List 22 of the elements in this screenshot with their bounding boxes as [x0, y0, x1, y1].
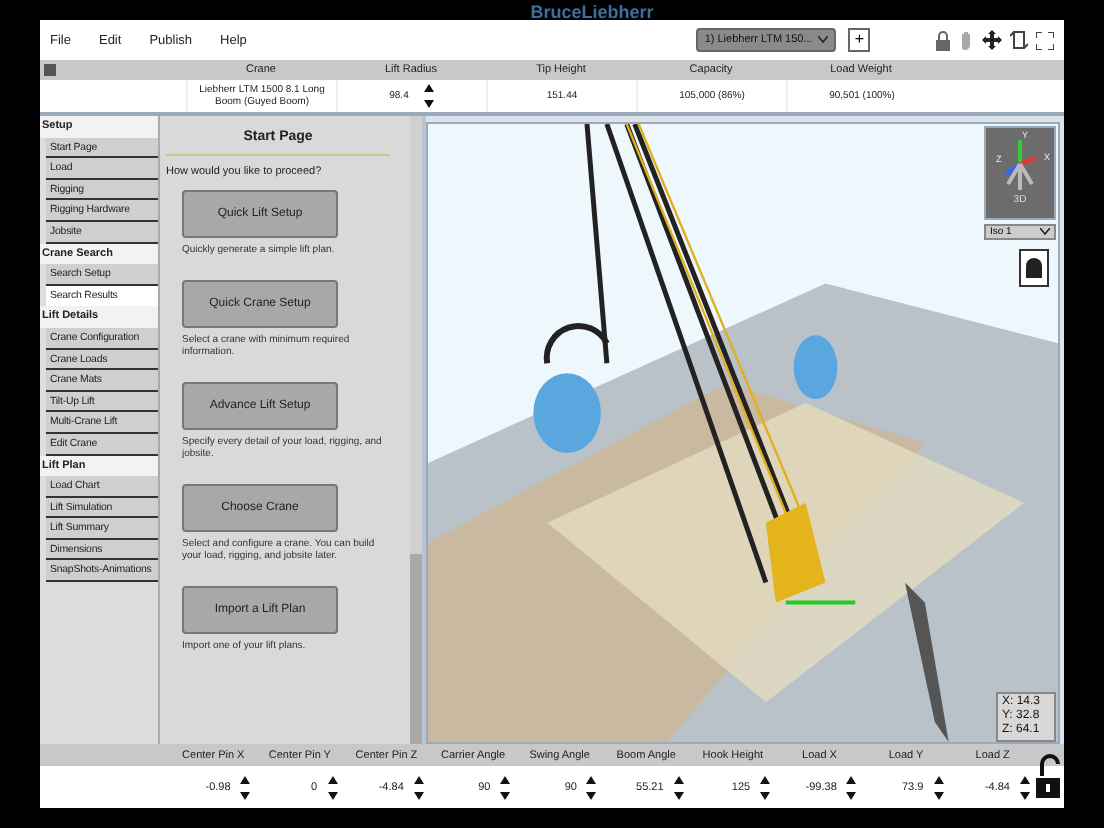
chevron-down-icon [818, 36, 829, 44]
spinner-arrows-icon[interactable] [500, 775, 511, 799]
spinner-arrows-icon[interactable] [413, 775, 424, 799]
spinner-arrows-icon[interactable] [424, 84, 435, 108]
move-arrows-icon[interactable] [982, 30, 1002, 50]
spinner-arrows-icon[interactable] [846, 775, 857, 799]
spinner-arrows-icon[interactable] [933, 775, 944, 799]
scrollbar-thumb[interactable] [410, 554, 422, 744]
spinner-arrows-icon[interactable] [673, 775, 684, 799]
rotate-icon[interactable] [1010, 30, 1028, 50]
axis-gizmo-icon[interactable] [1000, 134, 1040, 194]
app-title: BruceLiebherr [530, 4, 654, 22]
fullscreen-icon[interactable] [1036, 31, 1054, 49]
lock-icon[interactable] [934, 29, 952, 51]
spinner-arrows-icon[interactable] [586, 775, 597, 799]
add-button[interactable]: + [848, 28, 870, 52]
padlock-icon[interactable] [1035, 754, 1060, 798]
chevron-down-icon [1040, 228, 1050, 236]
spinner-arrows-icon[interactable] [327, 775, 338, 799]
spinner-arrows-icon[interactable] [1019, 775, 1030, 799]
spinner-arrows-icon[interactable] [760, 775, 771, 799]
spinner-arrows-icon[interactable] [240, 775, 251, 799]
